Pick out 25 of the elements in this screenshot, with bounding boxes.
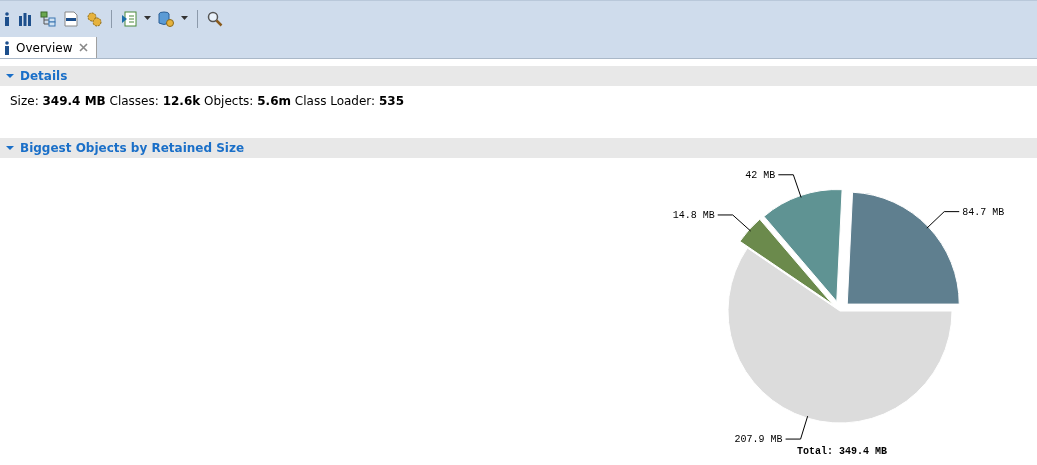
details-text: Size: 349.4 MB Classes: 12.6k Objects: 5.6m Class Loader: 535 <box>9 93 405 110</box>
value-label: 14.8 MB <box>672 209 715 221</box>
leader-line <box>777 174 802 198</box>
value-label: 84.7 MB <box>962 206 1005 218</box>
info-icon[interactable] <box>4 40 10 55</box>
tree-icon[interactable] <box>40 11 56 27</box>
total-label: Total: 349.4 MB <box>797 446 887 457</box>
leader-line <box>785 415 809 440</box>
close-icon[interactable] <box>78 43 88 52</box>
expand-icon[interactable] <box>6 144 14 152</box>
section-title: Biggest Objects by Retained Size <box>20 141 245 155</box>
list-icon[interactable] <box>121 11 137 27</box>
database-gear-icon[interactable] <box>158 11 174 27</box>
overview-tab[interactable]: Overview <box>0 37 97 58</box>
section-header[interactable]: Details <box>0 66 1037 86</box>
section-header[interactable]: Biggest Objects by Retained Size <box>0 138 1037 158</box>
section-title: Details <box>20 69 68 83</box>
leader-line <box>926 211 960 229</box>
bar-chart-icon[interactable] <box>17 11 33 27</box>
expand-icon[interactable] <box>6 72 14 80</box>
value-label: 42 MB <box>745 169 776 181</box>
info-icon[interactable] <box>4 12 10 26</box>
search-icon[interactable] <box>207 11 223 27</box>
leader-line <box>717 214 752 232</box>
value-label: 207.9 MB <box>734 434 783 446</box>
